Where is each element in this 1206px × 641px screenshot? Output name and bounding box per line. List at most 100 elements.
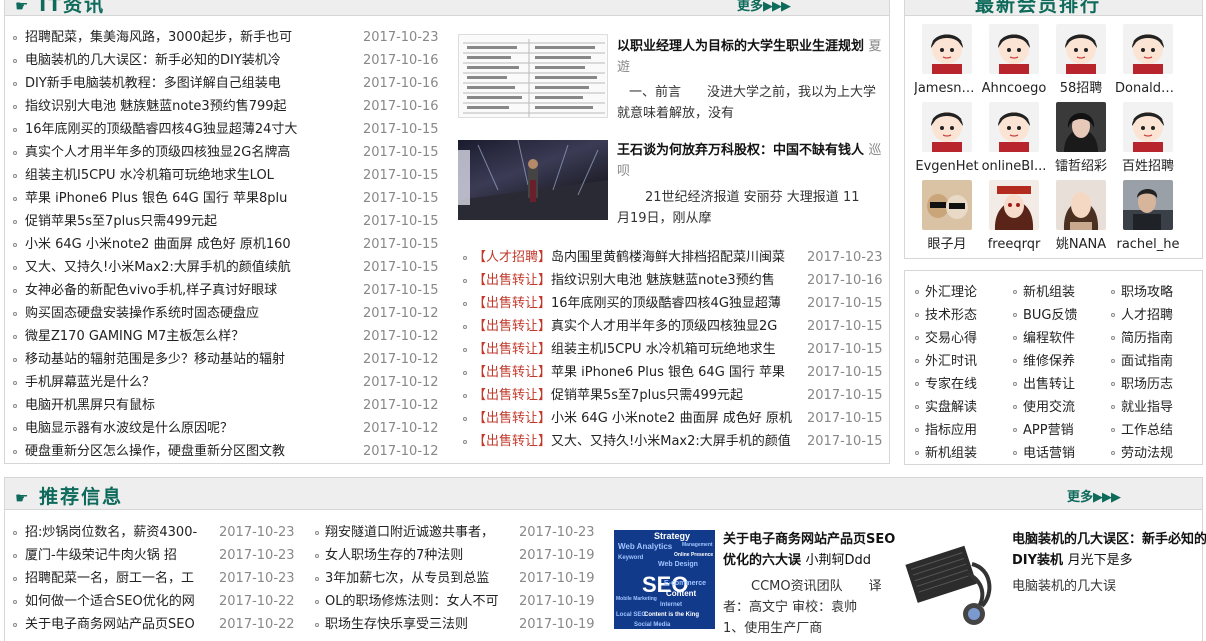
list-item-title[interactable]: 真实个人才用半年多的顶级四核独显2G名牌高 [25,141,365,164]
list-item-title[interactable]: 【人才招聘】岛内围里黄鹤楼海鲜大排档招配菜川闽菜 [473,246,809,269]
list-item[interactable]: 移动基站的辐射范围是多少？移动基站的辐射 2017-10-12 [13,348,443,371]
list-item[interactable]: 指纹识别大电池 魅族魅蓝note3预约售799起 2017-10-16 [13,95,443,118]
list-item-title[interactable]: 电脑装机的几大误区：新手必知的DIY装机冷 [25,49,365,72]
list-item[interactable]: 【出售转让】苹果 iPhone6 Plus 银色 64G 国行 苹果 2017-1… [463,361,885,384]
avatar[interactable] [1056,24,1106,74]
category-link[interactable]: 人才招聘 [1111,304,1173,327]
list-item-title[interactable]: 促销苹果5s至7plus只需499元起 [25,210,365,233]
list-item[interactable]: 【出售转让】促销苹果5s至7plus只需499元起 2017-10-15 [463,384,885,407]
list-item[interactable]: 女人职场生存的7种法则 2017-10-19 [315,544,595,567]
category-link[interactable]: 新机组装 [915,442,977,465]
list-item[interactable]: 厦门-牛级荣记牛肉火锅 招 2017-10-23 [13,544,303,567]
list-item[interactable]: 苹果 iPhone6 Plus 银色 64G 国行 苹果8plu 2017-10-… [13,187,443,210]
category-link[interactable]: 实盘解读 [915,396,977,419]
list-item[interactable]: OL的职场修炼法则：女人不可 2017-10-19 [315,590,595,613]
list-item[interactable]: 【出售转让】组装主机I5CPU 水冷机箱可玩绝地求生 2017-10-15 [463,338,885,361]
category-tag[interactable]: 【出售转让】 [473,319,551,334]
list-item-title[interactable]: 硬盘重新分区怎么操作，硬盘重新分区图文教 [25,440,365,463]
list-item[interactable]: 【出售转让】小米 64G 小米note2 曲面屏 成色好 原机 2017-10-1… [463,407,885,430]
list-item-title[interactable]: 16年底刚买的顶级酷睿四核4G独显超薄24寸大 [25,118,365,141]
member-name[interactable]: Jamesne... [914,80,980,97]
member-card[interactable]: rachel_he [1115,180,1181,253]
list-item-title[interactable]: 指纹识别大电池 魅族魅蓝note3预约售799起 [25,95,365,118]
list-item-title[interactable]: 【出售转让】指纹识别大电池 魅族魅蓝note3预约售 [473,269,809,292]
list-item[interactable]: 电脑显示器有水波纹是什么原因呢？ 2017-10-12 [13,417,443,440]
list-item[interactable]: 促销苹果5s至7plus只需499元起 2017-10-15 [13,210,443,233]
featured-article-title[interactable]: 以职业经理人为目标的大学生职业生涯规划 夏遊 [617,36,883,78]
avatar[interactable] [922,24,972,74]
category-link[interactable]: 工作总结 [1111,419,1173,442]
list-item[interactable]: 如何做一个适合SEO优化的网 2017-10-22 [13,590,303,613]
member-card[interactable]: Ahncoego [981,24,1047,97]
list-item-title[interactable]: 小米 64G 小米note2 曲面屏 成色好 原机160 [25,233,365,256]
list-item[interactable]: 女神必备的新配色vivo手机,样子真讨好眼球 2017-10-15 [13,279,443,302]
member-name[interactable]: 姚NANA [1048,236,1114,253]
list-item-title[interactable]: 又大、又持久!小米Max2:大屏手机的颜值续航 [25,256,365,279]
list-item-title[interactable]: 厦门-牛级荣记牛肉火锅 招 [25,544,213,567]
list-item[interactable]: 【出售转让】真实个人才用半年多的顶级四核独显2G 2017-10-15 [463,315,885,338]
list-item-title[interactable]: 电脑开机黑屏只有鼠标 [25,394,365,417]
list-item-title[interactable]: 【出售转让】苹果 iPhone6 Plus 银色 64G 国行 苹果 [473,361,809,384]
recommend-more-link[interactable]: 更多▶▶▶ [1067,486,1121,505]
list-item-title[interactable]: 如何做一个适合SEO优化的网 [25,590,213,613]
category-link[interactable]: 专家在线 [915,373,977,396]
avatar[interactable] [922,102,972,152]
list-item-title[interactable]: DIY新手电脑装机教程：多图详解自己组装电 [25,72,365,95]
list-item[interactable]: 真实个人才用半年多的顶级四核独显2G名牌高 2017-10-15 [13,141,443,164]
list-item[interactable]: 硬盘重新分区怎么操作，硬盘重新分区图文教 2017-10-12 [13,440,443,463]
list-item[interactable]: 电脑装机的几大误区：新手必知的DIY装机冷 2017-10-16 [13,49,443,72]
list-item[interactable]: DIY新手电脑装机教程：多图详解自己组装电 2017-10-16 [13,72,443,95]
list-item[interactable]: 招聘配菜，集美海风路，3000起步，新手也可 2017-10-23 [13,26,443,49]
category-tag[interactable]: 【出售转让】 [473,434,551,449]
list-item-title[interactable]: 翔安隧道口附近诚邀共事者， [325,521,515,544]
member-name[interactable]: 百姓招聘 [1115,158,1181,175]
list-item[interactable]: 招聘配菜一名，厨工一名，工 2017-10-23 [13,567,303,590]
list-item-title[interactable]: 关于电子商务网站产品页SEO [25,613,213,636]
category-tag[interactable]: 【人才招聘】 [473,250,551,265]
list-item-title[interactable]: 移动基站的辐射范围是多少？移动基站的辐射 [25,348,365,371]
list-item-title[interactable]: OL的职场修炼法则：女人不可 [325,590,515,613]
member-card[interactable]: Jamesne... [914,24,980,97]
category-tag[interactable]: 【出售转让】 [473,365,551,380]
list-item[interactable]: 职场生存快乐享受三法则 2017-10-19 [315,613,595,636]
category-link[interactable]: 外汇理论 [915,281,977,304]
member-name[interactable]: 眼子月 [914,236,980,253]
recommend-featured-title[interactable]: 电脑装机的几大误区：新手必知的DIY装机 月光下是多 [1012,529,1206,571]
list-item-title[interactable]: 购买固态硬盘安装操作系统时固态硬盘应 [25,302,365,325]
list-item-title[interactable]: 招聘配菜，集美海风路，3000起步，新手也可 [25,26,365,49]
list-item[interactable]: 手机屏幕蓝光是什么？ 2017-10-12 [13,371,443,394]
member-card[interactable]: 姚NANA [1048,180,1114,253]
avatar[interactable] [989,102,1039,152]
list-item-title[interactable]: 【出售转让】组装主机I5CPU 水冷机箱可玩绝地求生 [473,338,809,361]
avatar[interactable] [989,24,1039,74]
list-item[interactable]: 组装主机I5CPU 水冷机箱可玩绝地求生LOL 2017-10-15 [13,164,443,187]
category-tag[interactable]: 【出售转让】 [473,296,551,311]
seo-thumbnail[interactable]: Strategy Management Web Analytics Online Pr… [614,530,715,629]
avatar[interactable] [1123,24,1173,74]
category-link[interactable]: 技术形态 [915,304,977,327]
avatar[interactable] [1056,180,1106,230]
member-name[interactable]: onlineBI... [981,158,1047,175]
category-tag[interactable]: 【出售转让】 [473,388,551,403]
featured-thumb-photo[interactable] [458,140,608,220]
member-card[interactable]: EvgenHet [914,102,980,175]
category-link[interactable]: 使用交流 [1013,396,1075,419]
category-link[interactable]: 新机组装 [1013,281,1075,304]
member-card[interactable]: 58招聘 [1048,24,1114,97]
category-link[interactable]: 外汇时讯 [915,350,977,373]
category-link[interactable]: 电话营销 [1013,442,1075,465]
list-item-title[interactable]: 职场生存快乐享受三法则 [325,613,515,636]
category-link[interactable]: 就业指导 [1111,396,1173,419]
watercooler-thumbnail[interactable] [902,534,1007,629]
member-card[interactable]: DonaldBok [1115,24,1181,97]
recommend-featured-title[interactable]: 关于电子商务网站产品页SEO优化的六大误 小荆轲Ddd [723,529,898,571]
member-card[interactable]: onlineBI... [981,102,1047,175]
avatar[interactable] [922,180,972,230]
member-card[interactable]: 镭哲绍彩 [1048,102,1114,175]
category-tag[interactable]: 【出售转让】 [473,411,551,426]
list-item-title[interactable]: 电脑显示器有水波纹是什么原因呢？ [25,417,365,440]
list-item[interactable]: 电脑开机黑屏只有鼠标 2017-10-12 [13,394,443,417]
featured-article-title[interactable]: 王石谈为何放弃万科股权：中国不缺有钱人 巡呗 [617,140,883,182]
list-item[interactable]: 购买固态硬盘安装操作系统时固态硬盘应 2017-10-12 [13,302,443,325]
category-link[interactable]: BUG反馈 [1013,304,1078,327]
